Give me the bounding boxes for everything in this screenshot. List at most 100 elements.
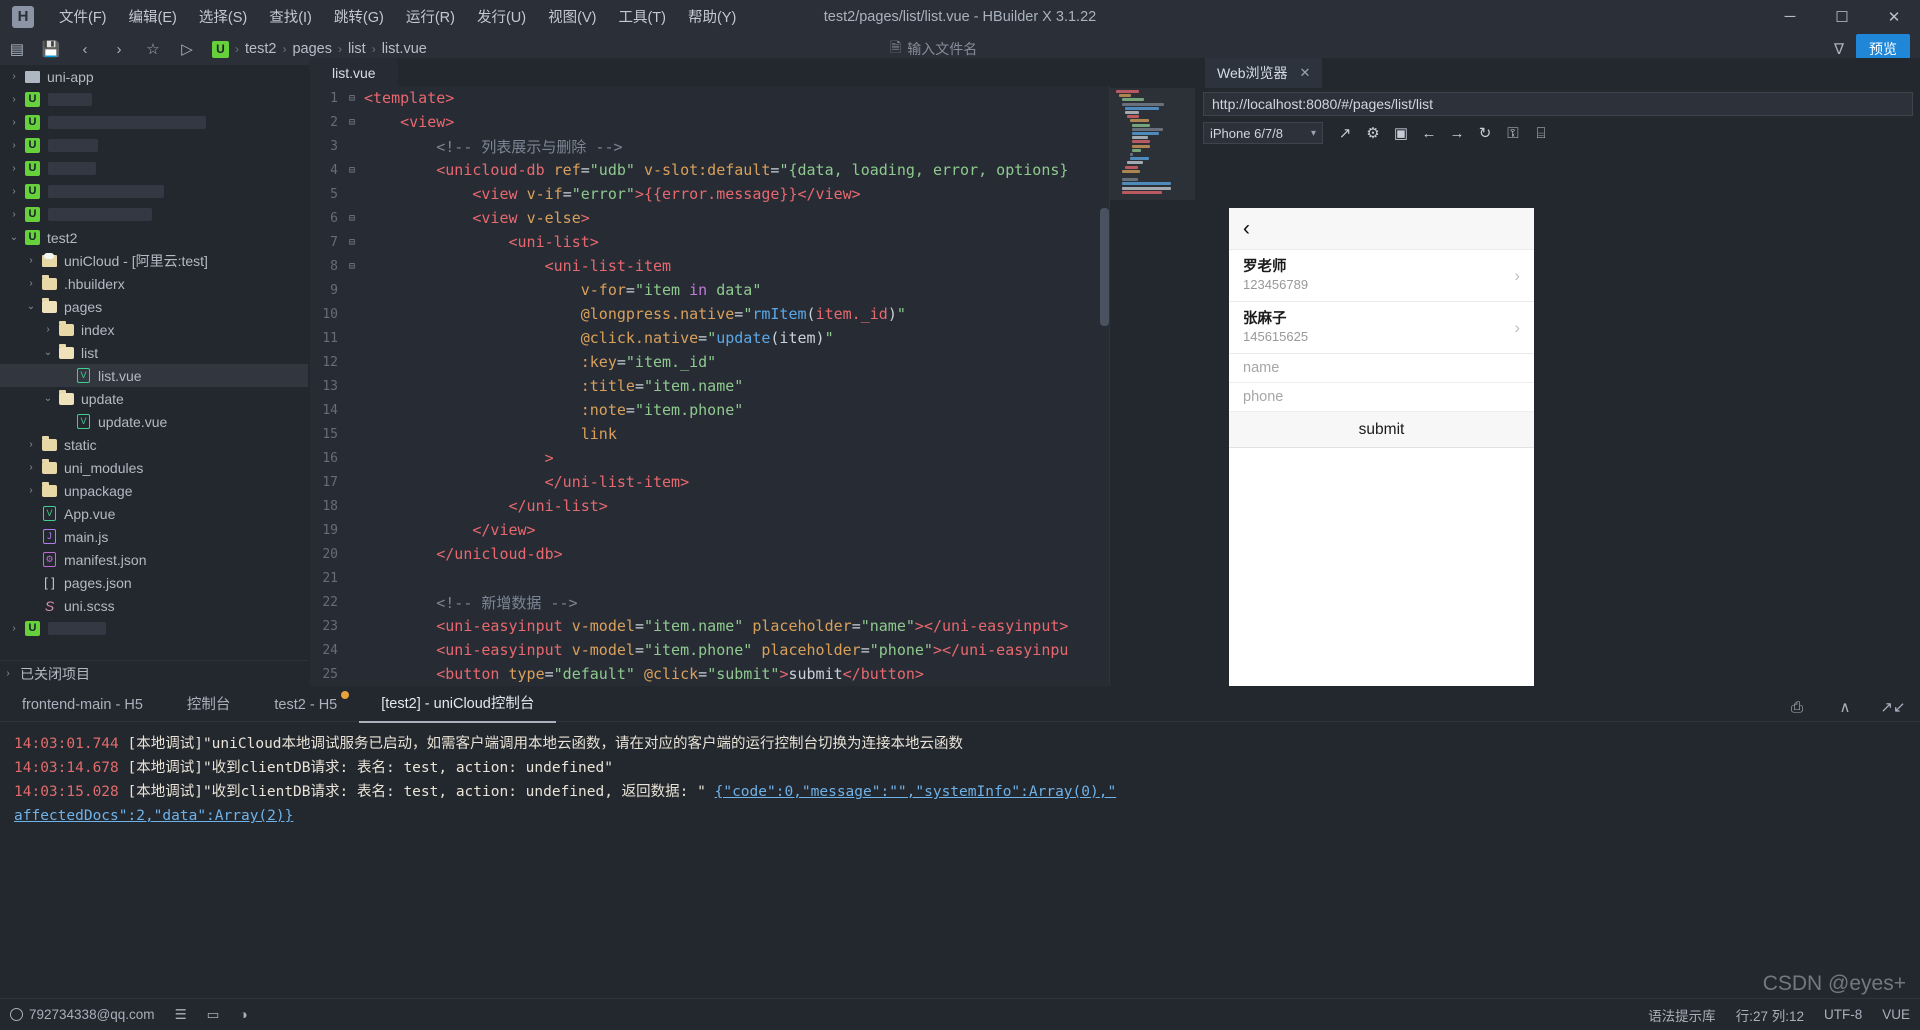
status-item-3[interactable]: VUE — [1872, 1007, 1920, 1022]
tree-item-redacted[interactable]: › U — [0, 111, 308, 134]
tree-item-App.vue[interactable]: ·V App.vue — [0, 502, 308, 525]
chevron-right-icon[interactable]: › — [40, 324, 56, 335]
code-content[interactable]: 1 ⊟ <template> 2 ⊟ <view> 3 <!-- 列表展示与删除 --> 4… — [310, 86, 1195, 686]
code-line[interactable]: 19 </view> — [310, 518, 1195, 542]
chevron-right-icon[interactable]: › — [6, 163, 22, 174]
collapse-icon[interactable]: ∧ — [1828, 693, 1862, 721]
lock-icon[interactable]: ⚿ — [1501, 122, 1525, 144]
code-line[interactable]: 15 link — [310, 422, 1195, 446]
tab-list-vue[interactable]: list.vue — [310, 58, 398, 86]
tree-item-uni-app[interactable]: › uni-app — [0, 65, 308, 88]
forward-arrow-icon[interactable]: → — [1445, 122, 1469, 144]
tree-item-uni.scss[interactable]: · Suni.scss — [0, 594, 308, 617]
status-item-0[interactable]: 语法提示库 — [1638, 1005, 1726, 1025]
fold-marker-icon[interactable]: ⊟ — [344, 237, 360, 248]
menu-item-3[interactable]: 查找(I) — [258, 2, 323, 31]
console-tab-2[interactable]: test2 - H5 — [252, 688, 359, 722]
palette-icon[interactable]: ◑ — [229, 1007, 257, 1022]
closed-projects-row[interactable]: › 已关闭项目 — [0, 660, 308, 686]
menu-item-5[interactable]: 运行(R) — [395, 2, 466, 31]
code-line[interactable]: 3 <!-- 列表展示与删除 --> — [310, 134, 1195, 158]
code-line[interactable]: 7 ⊟ <uni-list> — [310, 230, 1195, 254]
code-line[interactable]: 8 ⊟ <uni-list-item — [310, 254, 1195, 278]
code-line[interactable]: 16 > — [310, 446, 1195, 470]
layout-icon[interactable]: ▭ — [197, 1007, 230, 1023]
tree-item-redacted[interactable]: › U — [0, 180, 308, 203]
tree-item-redacted[interactable]: › U — [0, 157, 308, 180]
preview-list-item[interactable]: 张麻子 145615625 › — [1229, 302, 1534, 354]
breadcrumb-segment-pages[interactable]: pages — [288, 41, 336, 57]
tree-item-redacted[interactable]: › U — [0, 88, 308, 111]
preview-input-phone[interactable]: phone — [1229, 383, 1534, 412]
tree-item-redacted[interactable]: › U — [0, 134, 308, 157]
menu-item-8[interactable]: 工具(T) — [607, 2, 677, 31]
tree-item-main.js[interactable]: ·Jmain.js — [0, 525, 308, 548]
chevron-down-icon[interactable]: ⌄ — [40, 393, 56, 404]
chevron-right-icon[interactable]: · — [23, 508, 39, 519]
chevron-right-icon[interactable]: · — [23, 531, 39, 542]
chevron-right-icon[interactable]: › — [6, 623, 22, 634]
tree-item-index[interactable]: › index — [0, 318, 308, 341]
settings-gear-icon[interactable]: ⚙ — [1361, 122, 1385, 144]
console-panel[interactable]: frontend-main - H5 控制台 test2 - H5 [test2] -… — [0, 688, 1920, 998]
status-user[interactable]: 792734338@qq.com — [0, 1007, 165, 1022]
back-chevron-icon[interactable]: ‹ — [1243, 217, 1250, 241]
fold-marker-icon[interactable]: ⊟ — [344, 213, 360, 224]
code-line[interactable]: 21 — [310, 566, 1195, 590]
tree-item-test2[interactable]: ⌄ Utest2 — [0, 226, 308, 249]
chevron-right-icon[interactable]: › — [6, 71, 22, 82]
code-line[interactable]: 2 ⊟ <view> — [310, 110, 1195, 134]
minimap[interactable] — [1109, 86, 1196, 686]
qrcode-icon[interactable]: ⌸ — [1529, 122, 1553, 144]
code-line[interactable]: 25 <button type="default" @click="submit… — [310, 662, 1195, 686]
chevron-right-icon[interactable]: › — [23, 278, 39, 289]
reload-icon[interactable]: ↻ — [1473, 122, 1497, 144]
code-line[interactable]: 11 @click.native="update(item)" — [310, 326, 1195, 350]
tree-item-manifest.json[interactable]: ·⚙ manifest.json — [0, 548, 308, 571]
console-icon[interactable]: ▣ — [1389, 122, 1413, 144]
console-link[interactable]: {"code":0,"message":"","systemInfo":Arra… — [715, 784, 1117, 800]
close-button[interactable]: ✕ — [1868, 0, 1920, 33]
run-icon[interactable]: ▷ — [170, 35, 204, 63]
chevron-right-icon[interactable]: › — [6, 94, 22, 105]
tree-item-static[interactable]: › static — [0, 433, 308, 456]
preview-inputs[interactable]: name phone — [1229, 354, 1534, 412]
url-input[interactable]: http://localhost:8080/#/pages/list/list — [1203, 92, 1913, 116]
chevron-right-icon[interactable]: › — [6, 117, 22, 128]
code-line[interactable]: 6 ⊟ <view v-else> — [310, 206, 1195, 230]
back-arrow-icon[interactable]: ‹ — [68, 35, 102, 63]
open-external-icon[interactable]: ↗ — [1333, 122, 1357, 144]
code-editor[interactable]: list.vue 1 ⊟ <template> 2 ⊟ <view> 3 <!-- 列表展… — [310, 58, 1196, 686]
code-line[interactable]: 24 <uni-easyinput v-model="item.phone" p… — [310, 638, 1195, 662]
web-browser-panel[interactable]: Web浏览器 ✕ http://localhost:8080/#/pages/l… — [1195, 58, 1920, 686]
code-line[interactable]: 22 <!-- 新增数据 --> — [310, 590, 1195, 614]
chevron-right-icon[interactable]: · — [23, 600, 39, 611]
console-link[interactable]: affectedDocs":2,"data":Array(2)} — [14, 808, 293, 824]
code-line[interactable]: 13 :title="item.name" — [310, 374, 1195, 398]
code-line[interactable]: 10 @longpress.native="rmItem(item._id)" — [310, 302, 1195, 326]
chevron-right-icon[interactable]: › — [23, 485, 39, 496]
code-line[interactable]: 14 :note="item.phone" — [310, 398, 1195, 422]
status-item-2[interactable]: UTF-8 — [1814, 1007, 1872, 1022]
tree-item-pages.json[interactable]: · [ ] pages.json — [0, 571, 308, 594]
tree-item-redacted[interactable]: › U — [0, 203, 308, 226]
preview-submit-button[interactable]: submit — [1229, 412, 1534, 448]
tree-item-.hbuilderx[interactable]: › .hbuilderx — [0, 272, 308, 295]
forward-arrow-icon[interactable]: › — [102, 35, 136, 63]
code-line[interactable]: 1 ⊟ <template> — [310, 86, 1195, 110]
chevron-right-icon[interactable]: › — [23, 439, 39, 450]
chevron-right-icon[interactable]: · — [23, 554, 39, 565]
fold-marker-icon[interactable]: ⊟ — [344, 165, 360, 176]
chevron-right-icon[interactable]: › — [23, 462, 39, 473]
fold-marker-icon[interactable]: ⊟ — [344, 93, 360, 104]
chevron-right-icon[interactable]: › — [6, 140, 22, 151]
breadcrumb-segment-list.vue[interactable]: list.vue — [378, 41, 431, 57]
menu-item-0[interactable]: 文件(F) — [48, 2, 118, 31]
maximize-button[interactable]: ☐ — [1816, 0, 1868, 33]
menu-item-1[interactable]: 编辑(E) — [118, 2, 188, 31]
breadcrumb-segment-test2[interactable]: test2 — [241, 41, 280, 57]
chevron-down-icon[interactable]: ⌄ — [23, 301, 39, 312]
code-line[interactable]: 5 <view v-if="error">{{error.message}}</… — [310, 182, 1195, 206]
code-line[interactable]: 4 ⊟ <unicloud-db ref="udb" v-slot:default… — [310, 158, 1195, 182]
code-line[interactable]: 9 v-for="item in data" — [310, 278, 1195, 302]
